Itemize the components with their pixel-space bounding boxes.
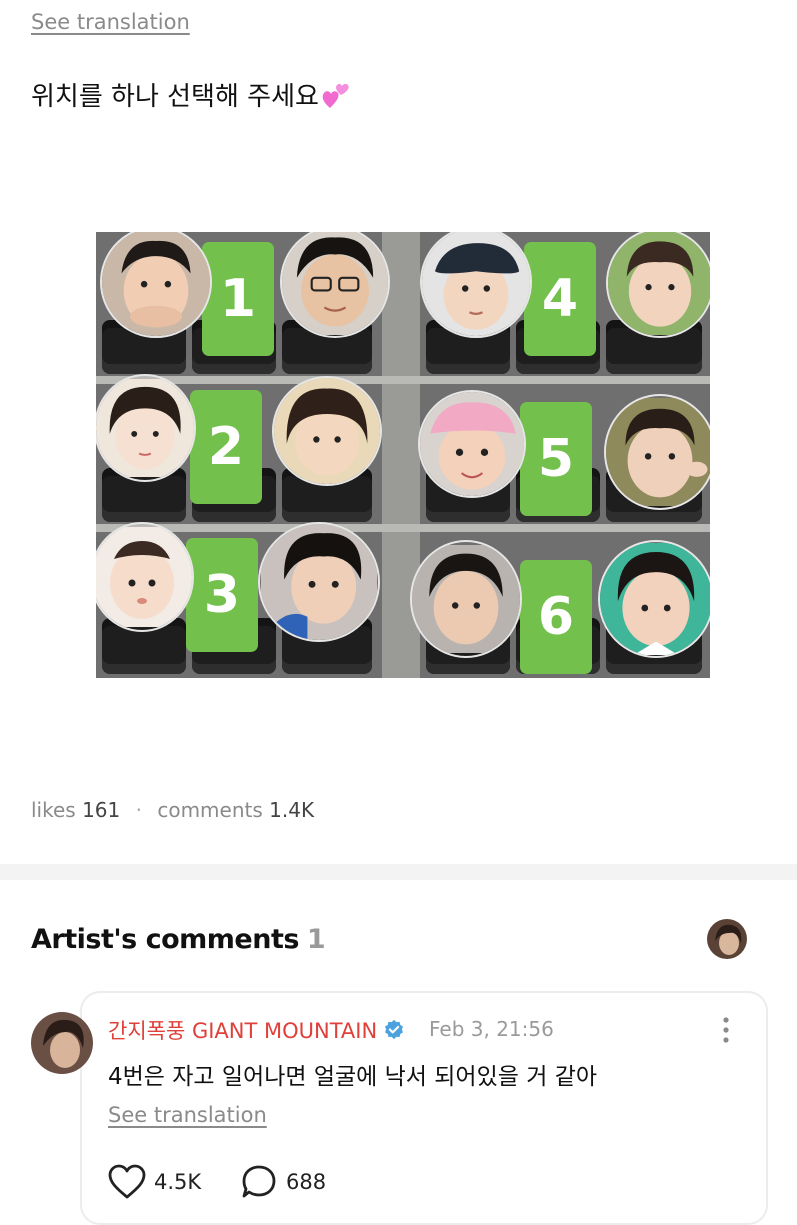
seat-number-4: 4 — [524, 242, 596, 356]
comment-like-count: 4.5K — [154, 1170, 202, 1194]
author-name[interactable]: 간지폭풍 GIANT MOUNTAIN — [108, 1015, 377, 1045]
seat-number-6: 6 — [520, 560, 592, 674]
likes-label: likes — [31, 798, 76, 822]
comments-label: comments — [157, 798, 263, 822]
comment-reply-count: 688 — [286, 1170, 327, 1194]
more-options-icon[interactable] — [716, 1015, 736, 1045]
seating-chart-image: 1 2 3 4 5 6 — [96, 232, 710, 678]
comment-body: 4번은 자고 일어나면 얼굴에 낙서 되어있을 거 같아 — [108, 1064, 598, 1090]
child-photo — [96, 522, 194, 632]
seat-number-1: 1 — [202, 242, 274, 356]
child-photo — [606, 232, 710, 338]
child-photo — [258, 522, 380, 642]
seat-number-2: 2 — [190, 390, 262, 504]
child-photo — [280, 232, 390, 338]
post-text: 위치를 하나 선택해 주세요 — [31, 76, 351, 113]
child-photo — [410, 540, 522, 658]
two-hearts-icon — [322, 83, 349, 108]
commenter-avatar[interactable] — [31, 1012, 93, 1074]
comment-reply-button[interactable]: 688 — [240, 1164, 326, 1200]
artist-avatar[interactable] — [707, 919, 747, 959]
section-divider — [0, 864, 797, 880]
row-divider — [96, 376, 710, 384]
artist-comments-count: 1 — [306, 924, 326, 955]
comment-author[interactable]: 간지폭풍 GIANT MOUNTAIN — [108, 1015, 405, 1045]
artist-comments-title: Artist's comments — [31, 924, 299, 955]
seat-number-3: 3 — [186, 538, 258, 652]
separator-dot: · — [135, 798, 142, 822]
post-stats: likes 161 · comments 1.4K — [31, 798, 314, 822]
comments-count[interactable]: 1.4K — [269, 798, 314, 822]
speech-bubble-icon — [242, 1165, 276, 1198]
child-photo — [96, 374, 196, 482]
seat-number-5: 5 — [520, 402, 592, 516]
row-divider — [96, 524, 710, 532]
comment-like-button[interactable]: 4.5K — [108, 1164, 201, 1200]
child-photo — [420, 232, 532, 338]
comment-date: Feb 3, 21:56 — [429, 1017, 554, 1041]
comment-see-translation-link[interactable]: See translation — [108, 1103, 267, 1127]
child-photo — [604, 394, 710, 510]
artist-comments-heading: Artist's comments 1 — [31, 924, 326, 955]
verified-badge-icon — [385, 1019, 404, 1040]
likes-count[interactable]: 161 — [82, 798, 120, 822]
post-text-content: 위치를 하나 선택해 주세요 — [31, 82, 319, 112]
heart-outline-icon — [108, 1164, 146, 1199]
see-translation-link[interactable]: See translation — [31, 10, 190, 34]
child-photo — [272, 376, 382, 486]
child-photo — [598, 540, 710, 658]
child-photo — [418, 390, 526, 498]
